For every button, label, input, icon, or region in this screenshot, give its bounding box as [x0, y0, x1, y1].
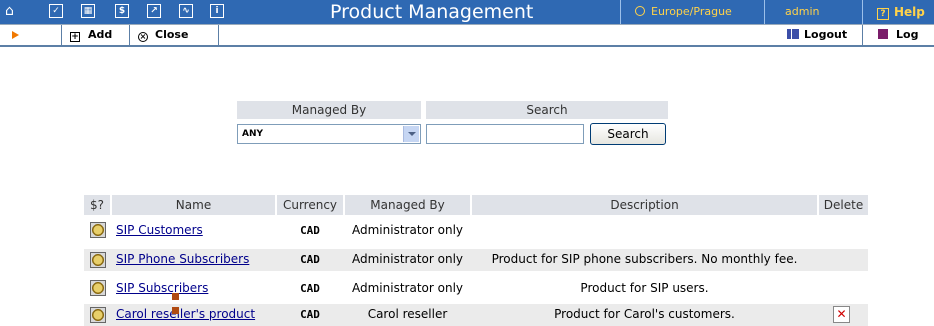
rate-icon[interactable] [90, 307, 106, 323]
page-title: Product Management [330, 1, 534, 23]
add-label: Add [88, 28, 113, 41]
managed-by-filter-label: Managed By [237, 101, 421, 119]
product-name-link[interactable]: SIP Subscribers [116, 277, 208, 300]
delete-icon[interactable]: ✕ [833, 306, 850, 323]
product-name[interactable]: SIP Phone Subscribers [116, 252, 249, 266]
timezone-label: Europe/Prague [651, 5, 732, 18]
managed-by-cell: Administrator only [352, 223, 463, 237]
description-cell: Product for SIP phone subscribers. No mo… [491, 252, 798, 266]
export-icon[interactable]: ↗ [147, 4, 161, 18]
dollar-icon[interactable]: $ [115, 4, 129, 18]
info-icon[interactable]: i [210, 4, 224, 18]
close-label: Close [155, 28, 189, 41]
log-icon [878, 29, 888, 39]
rate-icon[interactable] [90, 252, 106, 268]
help-label: Help [894, 5, 925, 19]
add-icon: + [70, 32, 80, 42]
chevron-down-icon[interactable] [403, 126, 419, 142]
currency-cell: CAD [300, 224, 320, 237]
managed-by-cell: Administrator only [352, 252, 463, 266]
currency-cell: CAD [300, 253, 320, 266]
help-icon: ? [877, 8, 889, 20]
log-button[interactable]: Log [878, 25, 918, 45]
managed-by-select[interactable]: ANY [237, 124, 421, 144]
product-name-link[interactable]: SIP Customers [116, 219, 203, 242]
header-divider [862, 0, 863, 24]
top-bar: ⌂ ✓ ▦ $ ↗ ∿ i Product Management Europe/… [0, 0, 934, 24]
column-header-description: Description [472, 195, 817, 215]
add-button[interactable]: + Add [70, 25, 112, 45]
description-cell: Product for Carol's customers. [554, 307, 735, 321]
currency-cell: CAD [300, 282, 320, 295]
search-filter-label: Search [426, 101, 668, 119]
search-button[interactable]: Search [590, 123, 666, 145]
column-header-name: Name [112, 195, 275, 215]
toolbar-divider [129, 25, 130, 46]
logout-icon [787, 29, 799, 39]
home-icon[interactable]: ⌂ [5, 3, 14, 19]
managed-by-select-value: ANY [242, 129, 264, 139]
chart-icon[interactable]: ∿ [179, 4, 193, 18]
close-button[interactable]: × Close [138, 25, 188, 45]
product-name-link[interactable]: Carol reseller's product [116, 303, 255, 326]
toolbar-divider [218, 25, 219, 46]
clock-icon [635, 6, 645, 16]
managed-by-cell: Carol reseller [367, 307, 448, 321]
product-name[interactable]: SIP Subscribers [116, 281, 208, 295]
arrow-icon [12, 31, 19, 39]
column-header-rate: $? [84, 195, 110, 215]
column-header-delete: Delete [819, 195, 868, 215]
grid-icon[interactable]: ▦ [81, 4, 95, 18]
toolbar-divider [61, 25, 62, 46]
toolbar-divider [862, 25, 863, 46]
product-name[interactable]: SIP Customers [116, 223, 203, 237]
cursor-marker [172, 293, 179, 300]
search-input[interactable] [426, 124, 584, 144]
header-divider [764, 0, 765, 24]
user-name: admin [785, 5, 820, 18]
log-label: Log [896, 28, 919, 41]
header-divider [620, 0, 621, 24]
help-link[interactable]: ? Help [877, 4, 925, 20]
close-icon: × [138, 32, 148, 42]
logout-label: Logout [804, 28, 848, 41]
checkbox-icon[interactable]: ✓ [49, 4, 63, 18]
toolbar: + Add × Close Logout Log [0, 24, 934, 47]
product-name[interactable]: Carol reseller's product [116, 307, 255, 321]
description-cell [472, 219, 817, 242]
product-name-link[interactable]: SIP Phone Subscribers [116, 248, 249, 271]
column-header-currency: Currency [277, 195, 343, 215]
description-cell: Product for SIP users. [580, 281, 709, 295]
rate-icon[interactable] [90, 280, 106, 296]
rate-icon[interactable] [90, 222, 106, 238]
managed-by-cell: Administrator only [352, 281, 463, 295]
logout-button[interactable]: Logout [787, 25, 847, 45]
timezone-link[interactable]: Europe/Prague [635, 5, 732, 19]
currency-cell: CAD [300, 308, 320, 321]
column-header-managed-by: Managed By [345, 195, 470, 215]
cursor-marker [172, 307, 179, 314]
